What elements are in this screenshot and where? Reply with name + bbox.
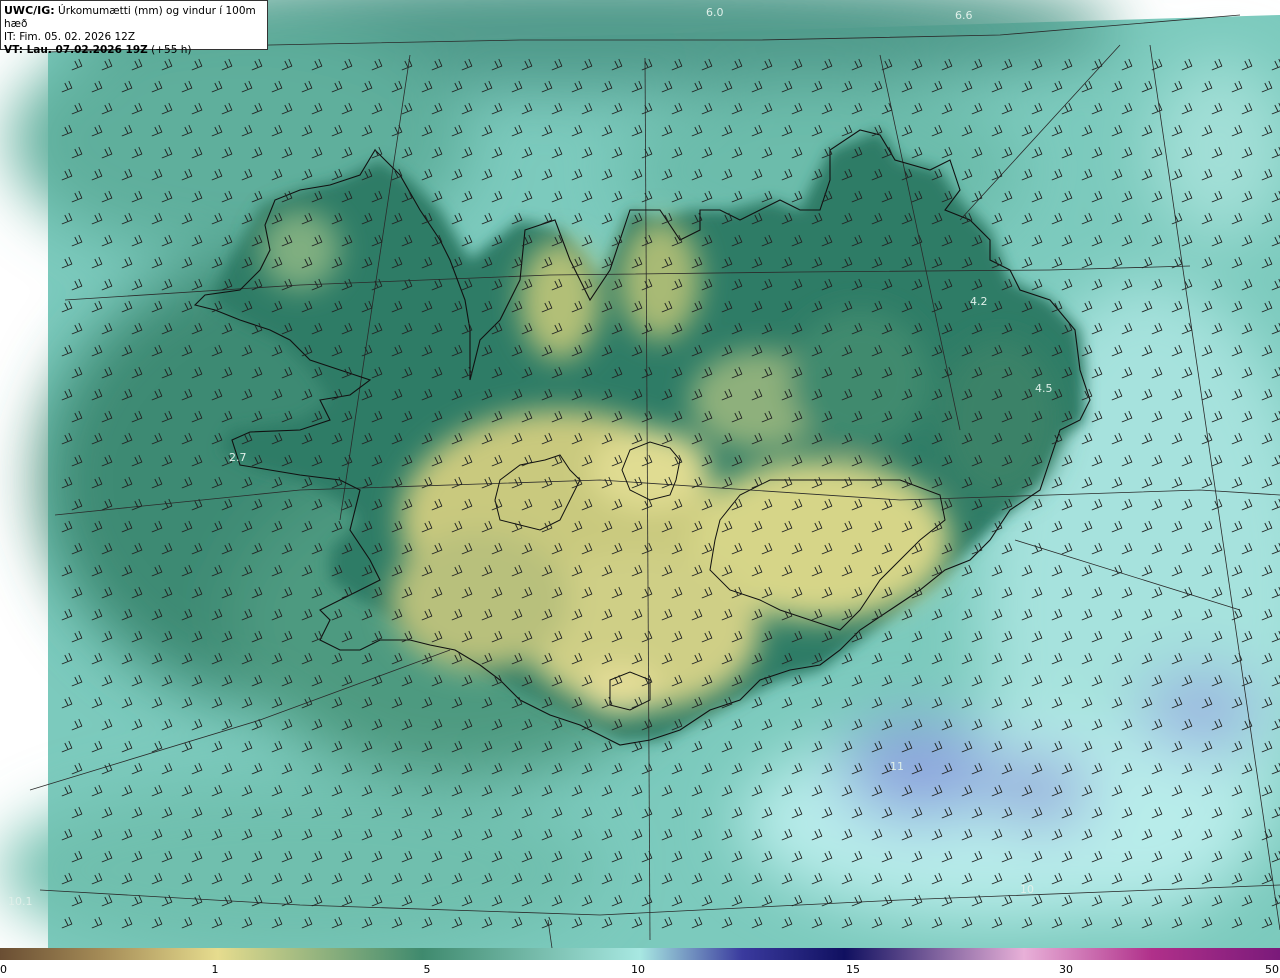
colorbar-tick-50: 50 — [1265, 963, 1279, 976]
map-info-box: UWC/IG: Úrkomumætti (mm) og vindur í 100… — [0, 0, 268, 56]
model-tag: UWC/IG: — [4, 4, 55, 17]
map-label-8: 10 — [1020, 883, 1034, 896]
valid-time: VT: Lau. 07.02.2026 19Z — [4, 44, 148, 56]
colorbar-tick-30: 30 — [1059, 963, 1073, 976]
precipitation-wind-map[interactable]: 6.0 6.6 4.2 4.5 2.7 10.1 11 10 — [0, 0, 1280, 948]
map-label-7: 11 — [890, 760, 904, 773]
map-label-6: 10.1 — [8, 895, 33, 908]
map-label-4: 4.5 — [1035, 382, 1053, 395]
map-label-1: 6.0 — [706, 6, 724, 19]
colorbar-tick-10: 10 — [631, 963, 645, 976]
colorbar-tick-5: 5 — [423, 963, 431, 976]
map-title-line: UWC/IG: Úrkomumætti (mm) og vindur í 100… — [4, 4, 264, 31]
colorbar-tick-15: 15 — [846, 963, 860, 976]
map-label-2: 6.6 — [955, 9, 973, 22]
init-time: IT: Fim. 05. 02. 2026 12Z — [4, 31, 136, 43]
colorbar-tick-1: 1 — [211, 963, 219, 976]
valid-time-line: VT: Lau. 07.02.2026 19Z (+55 h) — [4, 44, 264, 57]
colorbar-ticks: 0 1 5 10 15 30 50 — [0, 960, 1280, 978]
map-label-5: 2.7 — [229, 451, 247, 464]
colorbar-tick-0: 0 — [0, 963, 7, 976]
map-label-3: 4.2 — [970, 295, 988, 308]
precipitation-colorbar — [0, 948, 1280, 960]
forecast-offset: (+55 h) — [151, 44, 192, 56]
